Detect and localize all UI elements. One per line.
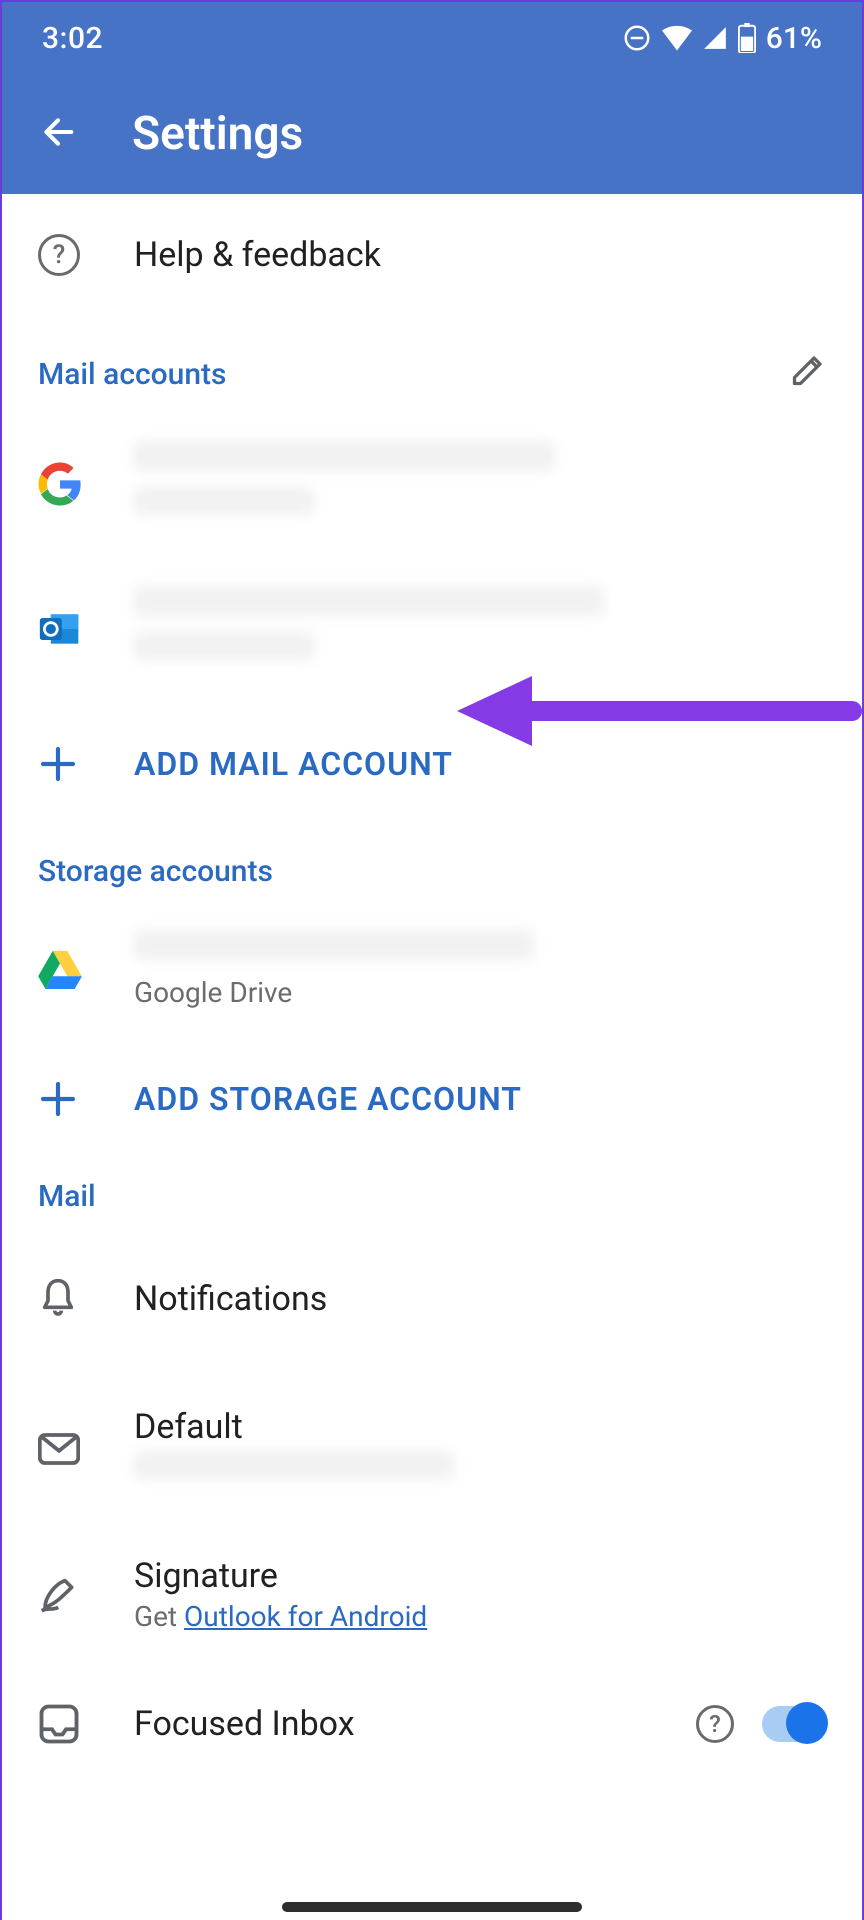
gdrive-account-email: [134, 930, 534, 960]
focused-inbox-row[interactable]: Focused Inbox ?: [2, 1664, 862, 1784]
google-account-email: [134, 441, 554, 471]
status-icons: 61%: [622, 21, 822, 56]
default-email-row[interactable]: Default: [2, 1374, 862, 1524]
add-mail-account-label: ADD MAIL ACCOUNT: [134, 745, 453, 783]
battery-percent: 61%: [766, 21, 822, 56]
help-feedback-row[interactable]: ? Help & feedback: [2, 200, 862, 310]
envelope-icon: [38, 1432, 80, 1466]
section-header-mail-accounts: Mail accounts: [2, 310, 862, 414]
wifi-icon: [662, 25, 692, 51]
status-bar: 3:02 61%: [2, 2, 862, 74]
page-title: Settings: [132, 107, 303, 161]
plus-icon: [38, 744, 78, 784]
section-header-mail: Mail: [2, 1159, 862, 1224]
notifications-label: Notifications: [134, 1279, 826, 1319]
pencil-icon: [790, 352, 826, 388]
bell-icon: [38, 1277, 78, 1321]
google-drive-icon: [38, 949, 82, 989]
battery-icon: [738, 23, 756, 53]
storage-account-gdrive[interactable]: Google Drive: [2, 899, 862, 1039]
outlook-account-email: [134, 586, 604, 616]
default-label: Default: [134, 1407, 826, 1447]
do-not-disturb-icon: [622, 23, 652, 53]
mail-account-google[interactable]: [2, 414, 862, 554]
add-storage-account-label: ADD STORAGE ACCOUNT: [134, 1080, 522, 1118]
google-account-sub: [134, 487, 314, 515]
home-indicator[interactable]: [282, 1902, 582, 1912]
arrow-back-icon: [38, 112, 78, 152]
storage-accounts-label: Storage accounts: [38, 854, 273, 889]
inbox-icon: [38, 1703, 80, 1745]
signature-label: Signature: [134, 1556, 826, 1596]
signature-subtext: Get Outlook for Android: [134, 1600, 826, 1633]
help-icon: ?: [38, 234, 80, 276]
gdrive-label: Google Drive: [134, 976, 826, 1009]
add-storage-account-button[interactable]: ADD STORAGE ACCOUNT: [2, 1039, 862, 1159]
mail-section-label: Mail: [38, 1179, 96, 1214]
default-email-value: [134, 1451, 454, 1479]
focused-inbox-help-icon[interactable]: ?: [696, 1705, 734, 1743]
back-button[interactable]: [38, 112, 78, 156]
cell-signal-icon: [702, 25, 728, 51]
section-header-storage-accounts: Storage accounts: [2, 824, 862, 899]
outlook-account-sub: [134, 632, 314, 660]
focused-inbox-label: Focused Inbox: [134, 1704, 696, 1744]
google-icon: [38, 462, 82, 506]
plus-icon: [38, 1079, 78, 1119]
focused-inbox-toggle[interactable]: [762, 1706, 826, 1742]
add-mail-account-button[interactable]: ADD MAIL ACCOUNT: [2, 704, 862, 824]
notifications-row[interactable]: Notifications: [2, 1224, 862, 1374]
app-header: Settings: [2, 74, 862, 194]
signature-prefix: Get: [134, 1600, 184, 1633]
help-feedback-label: Help & feedback: [134, 235, 826, 275]
signature-row[interactable]: Signature Get Outlook for Android: [2, 1524, 862, 1664]
clock: 3:02: [42, 21, 103, 56]
outlook-android-link[interactable]: Outlook for Android: [184, 1600, 427, 1633]
signature-icon: [38, 1574, 82, 1614]
mail-accounts-label: Mail accounts: [38, 357, 226, 392]
edit-accounts-button[interactable]: [790, 352, 826, 396]
mail-account-outlook[interactable]: [2, 554, 862, 704]
outlook-icon: [38, 607, 82, 651]
